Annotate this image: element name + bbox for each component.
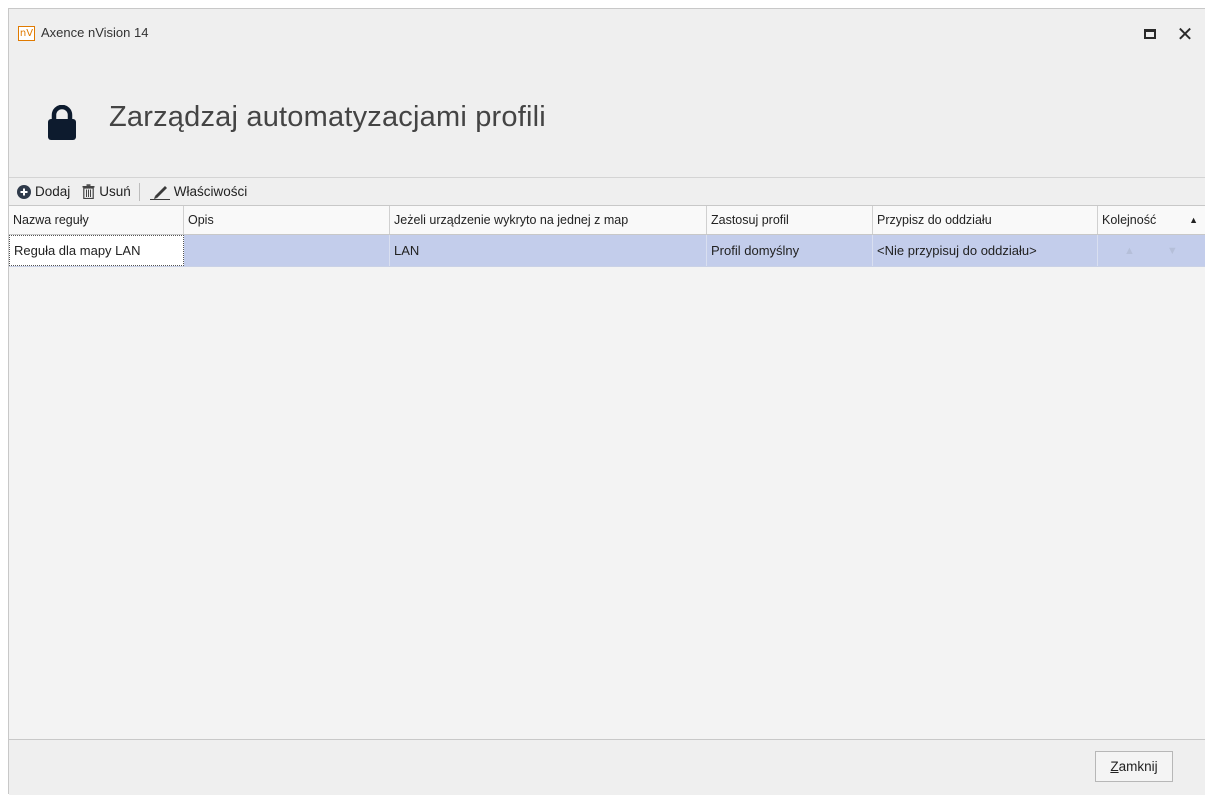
properties-label: Właściwości	[173, 184, 248, 199]
add-circle-icon	[17, 184, 31, 199]
add-label: Dodaj	[35, 184, 71, 199]
close-button[interactable]: Zamknij	[1095, 751, 1173, 782]
cell-map[interactable]: LAN	[390, 235, 707, 266]
close-icon: ✕	[1176, 22, 1194, 46]
close-button-label: amknij	[1118, 759, 1158, 774]
dialog-window: nV Axence nVision 14 ✕ Zarządzaj automat…	[8, 8, 1205, 795]
delete-button[interactable]: Usuń	[80, 181, 133, 203]
table-row[interactable]: Reguła dla mapy LAN LAN Profil domyślny …	[9, 235, 1205, 267]
lock-icon	[47, 104, 77, 146]
maximize-button[interactable]	[1139, 23, 1161, 45]
move-down-icon[interactable]: ▼	[1167, 245, 1178, 257]
page-title: Zarządzaj automatyzacjami profili	[109, 101, 546, 133]
app-icon: nV	[18, 26, 35, 41]
column-header-branch[interactable]: Przypisz do oddziału	[873, 206, 1098, 234]
properties-button[interactable]: Właściwości	[148, 181, 250, 203]
cell-description[interactable]	[184, 235, 390, 266]
column-header-description[interactable]: Opis	[184, 206, 390, 234]
cell-profile[interactable]: Profil domyślny	[707, 235, 873, 266]
footer: Zamknij	[9, 740, 1205, 795]
delete-label: Usuń	[99, 184, 131, 199]
move-up-icon[interactable]: ▲	[1124, 245, 1135, 257]
trash-icon	[82, 184, 95, 199]
column-header-profile[interactable]: Zastosuj profil	[707, 206, 873, 234]
window-title: Axence nVision 14	[41, 25, 149, 40]
cell-order[interactable]: ▲ ▼	[1098, 235, 1205, 266]
cell-branch[interactable]: <Nie przypisuj do oddziału>	[873, 235, 1098, 266]
cell-name[interactable]: Reguła dla mapy LAN	[9, 235, 184, 266]
close-window-button[interactable]: ✕	[1174, 22, 1196, 46]
title-bar: nV Axence nVision 14 ✕	[9, 9, 1205, 46]
add-button[interactable]: Dodaj	[15, 181, 72, 203]
column-header-order-label: Kolejność	[1102, 213, 1157, 227]
grid-header: Nazwa reguły Opis Jeżeli urządzenie wykr…	[9, 206, 1205, 235]
column-header-order[interactable]: Kolejność ▲	[1098, 206, 1205, 234]
column-header-name[interactable]: Nazwa reguły	[9, 206, 184, 234]
rules-grid: Nazwa reguły Opis Jeżeli urządzenie wykr…	[9, 205, 1205, 740]
close-button-accesskey: Z	[1110, 759, 1119, 774]
column-header-map[interactable]: Jeżeli urządzenie wykryto na jednej z ma…	[390, 206, 707, 234]
toolbar: Dodaj Usuń Właściwości	[9, 177, 1205, 205]
sort-ascending-icon: ▲	[1189, 215, 1198, 225]
pencil-icon	[149, 184, 170, 200]
maximize-icon	[1144, 29, 1156, 39]
toolbar-separator	[138, 182, 140, 201]
